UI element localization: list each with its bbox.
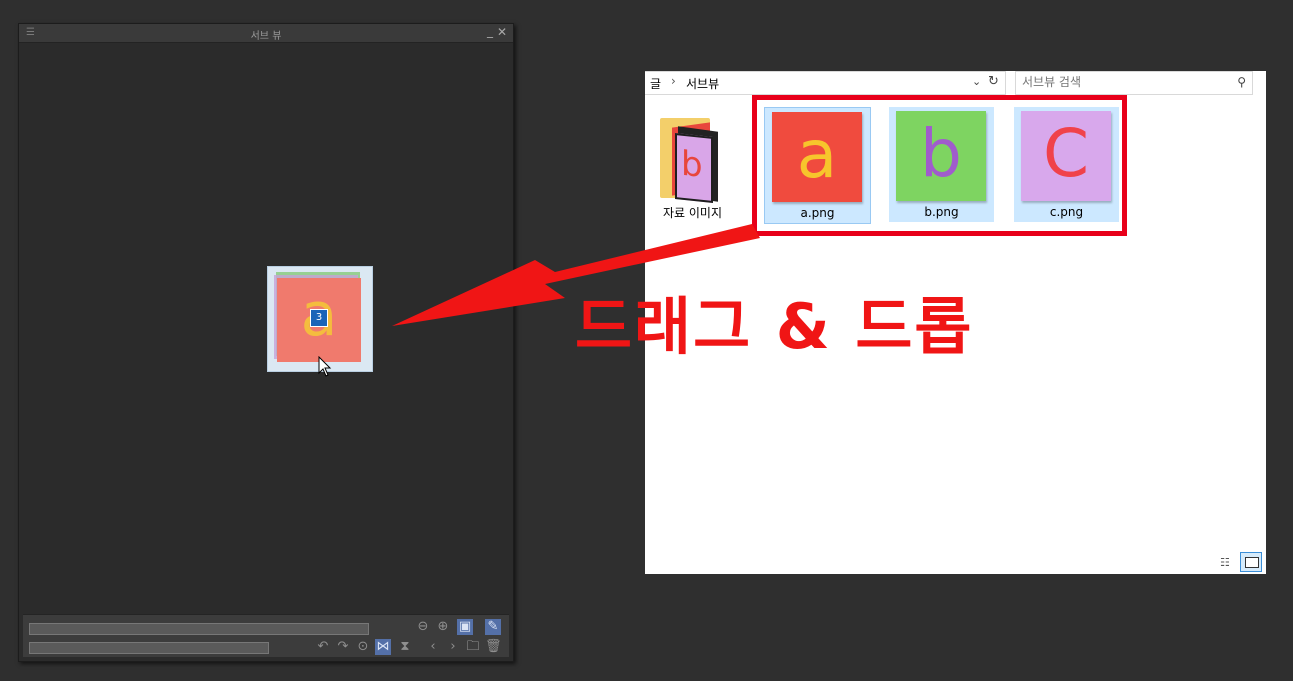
folder-preview-letter: b	[681, 143, 703, 186]
close-button[interactable]: ✕	[497, 25, 507, 39]
zoom-slider[interactable]	[29, 623, 369, 635]
eyedropper-icon[interactable]: ✎	[485, 619, 501, 635]
search-icon[interactable]: ⚲	[1237, 75, 1246, 89]
flip-horizontal-icon[interactable]: ⋈	[375, 639, 391, 655]
large-icons-view-icon	[1245, 557, 1259, 568]
subview-titlebar[interactable]: ☰ 서브 뷰 _ ✕	[19, 24, 513, 43]
breadcrumb-separator[interactable]: ›	[671, 74, 676, 88]
breadcrumb-folder[interactable]: 서브뷰	[686, 75, 719, 92]
drag-drop-caption: 드래그 & 드롭	[575, 290, 974, 363]
refresh-icon[interactable]: ↻	[988, 74, 999, 89]
fit-view-icon[interactable]: ▣	[457, 619, 473, 635]
reset-rotation-icon[interactable]: ⊙	[355, 639, 371, 655]
zoom-out-icon[interactable]: ⊖	[415, 619, 431, 635]
folder-label: 자료 이미지	[662, 206, 722, 220]
search-box[interactable]: ⚲	[1015, 71, 1253, 95]
search-input[interactable]	[1022, 75, 1222, 89]
zoom-in-icon[interactable]: ⊕	[435, 619, 451, 635]
breadcrumb-root[interactable]: 글	[650, 75, 661, 92]
address-bar[interactable]: 글 › 서브뷰 ⌄ ↻	[645, 71, 1006, 95]
folder-item[interactable]: b 자료 이미지	[655, 113, 730, 223]
folder-preview-image: b	[675, 133, 713, 203]
rotate-slider[interactable]	[29, 642, 269, 654]
chevron-down-icon[interactable]: ⌄	[972, 75, 981, 88]
minimize-button[interactable]: _	[487, 24, 493, 38]
subview-toolbar: ⊖ ⊕ ▣ ✎ ↶ ↷ ⊙ ⋈ ⧗ ‹ › 🗀 🗑	[23, 614, 509, 657]
details-view-icon[interactable]: ☷	[1220, 556, 1236, 570]
subview-panel: ☰ 서브 뷰 _ ✕ ⊖ ⊕ ▣ ✎ ↶ ↷ ⊙ ⋈ ⧗ ‹ › 🗀 🗑	[18, 23, 514, 662]
trash-icon[interactable]: 🗑	[485, 639, 502, 655]
rotate-right-icon[interactable]: ↷	[335, 639, 351, 655]
subview-title: 서브 뷰	[250, 31, 282, 42]
selection-highlight-box	[752, 95, 1127, 236]
rotate-left-icon[interactable]: ↶	[315, 639, 331, 655]
flip-vertical-icon[interactable]: ⧗	[397, 639, 413, 655]
open-folder-icon[interactable]: 🗀	[465, 639, 481, 655]
mouse-cursor-icon	[318, 356, 332, 377]
next-icon[interactable]: ›	[445, 639, 461, 655]
drag-count-badge: 3	[310, 309, 328, 327]
large-icons-view-button[interactable]	[1240, 552, 1262, 572]
subview-canvas[interactable]	[23, 44, 509, 615]
previous-icon[interactable]: ‹	[425, 639, 441, 655]
